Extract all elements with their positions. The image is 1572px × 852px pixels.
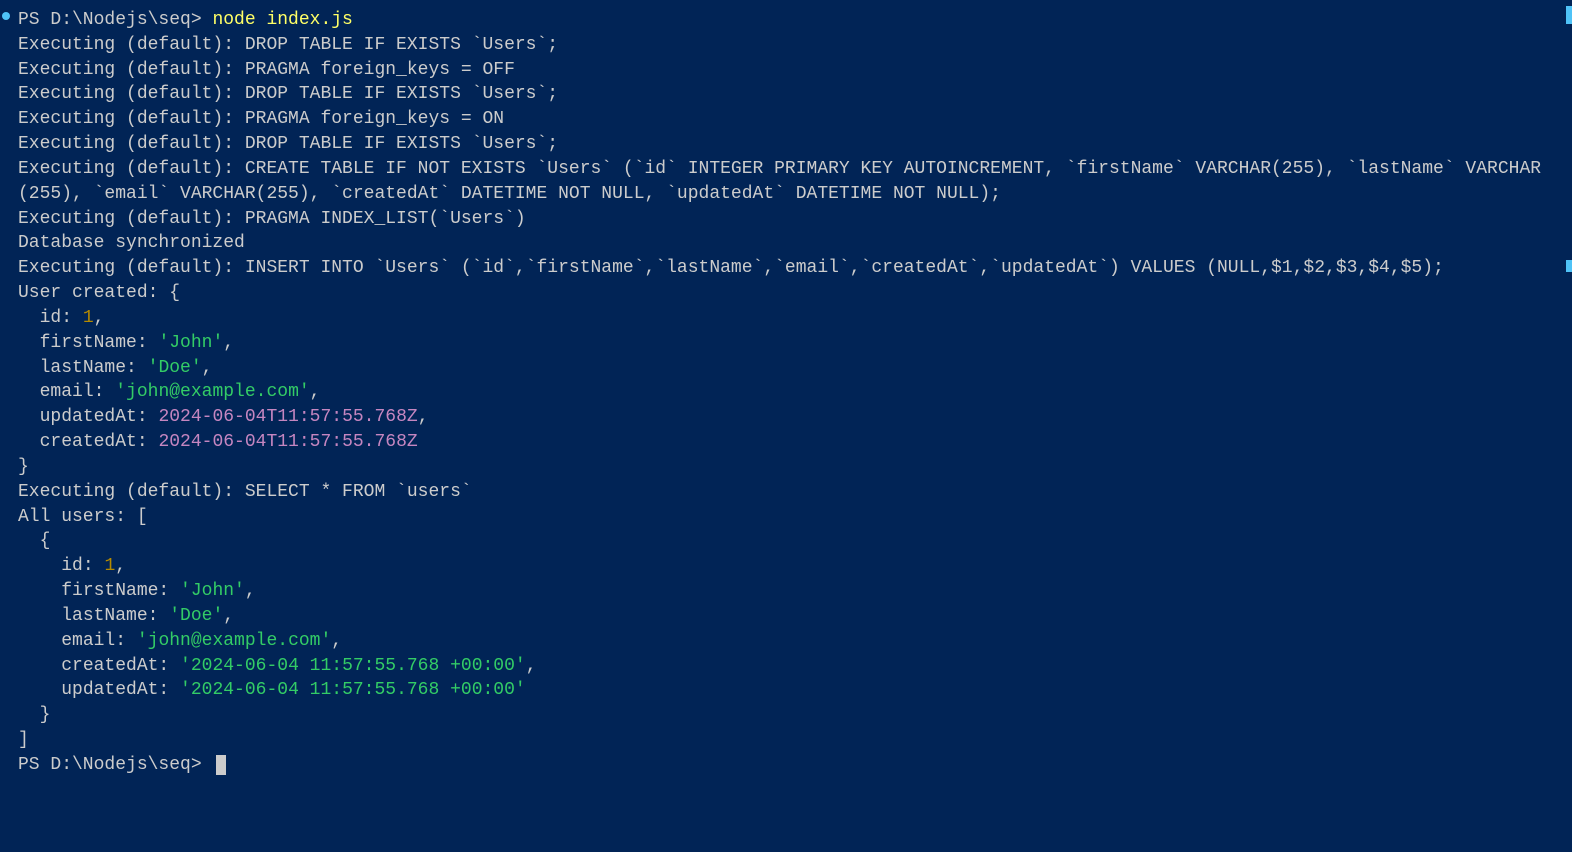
comma: , xyxy=(245,581,256,601)
key-text: updatedAt: xyxy=(18,407,158,427)
output-line: Executing (default): PRAGMA foreign_keys… xyxy=(18,58,1554,83)
string-value: 'Doe' xyxy=(169,606,223,626)
string-value: '2024-06-04 11:57:55.768 +00:00' xyxy=(180,656,526,676)
output-line: { xyxy=(18,529,1554,554)
output-line: Executing (default): PRAGMA foreign_keys… xyxy=(18,107,1554,132)
key-text: createdAt: xyxy=(18,432,158,452)
string-value: 'john@example.com' xyxy=(137,631,331,651)
output-line: User created: { xyxy=(18,281,1554,306)
output-line: createdAt: '2024-06-04 11:57:55.768 +00:… xyxy=(18,654,1554,679)
output-line: Executing (default): INSERT INTO `Users`… xyxy=(18,256,1554,281)
output-line: updatedAt: 2024-06-04T11:57:55.768Z, xyxy=(18,405,1554,430)
string-value: 'John' xyxy=(180,581,245,601)
comma: , xyxy=(526,656,537,676)
key-text: lastName: xyxy=(18,606,169,626)
output-line: ] xyxy=(18,728,1554,753)
key-text: firstName: xyxy=(18,581,180,601)
scrollbar-mark[interactable] xyxy=(1566,260,1572,272)
output-line: All users: [ xyxy=(18,505,1554,530)
string-value: '2024-06-04 11:57:55.768 +00:00' xyxy=(180,680,526,700)
key-text: firstName: xyxy=(18,333,158,353)
prompt-indicator-icon xyxy=(2,12,10,20)
prompt-line: PS D:\Nodejs\seq> node index.js xyxy=(18,8,1554,33)
string-value: 'john@example.com' xyxy=(115,382,309,402)
terminal-output[interactable]: PS D:\Nodejs\seq> node index.js Executin… xyxy=(18,8,1554,778)
output-line: Executing (default): DROP TABLE IF EXIST… xyxy=(18,132,1554,157)
output-line: } xyxy=(18,455,1554,480)
output-line: } xyxy=(18,703,1554,728)
output-line: Executing (default): CREATE TABLE IF NOT… xyxy=(18,157,1554,207)
output-line: Database synchronized xyxy=(18,231,1554,256)
output-line: Executing (default): PRAGMA INDEX_LIST(`… xyxy=(18,207,1554,232)
string-value: 'John' xyxy=(158,333,223,353)
key-text: email: xyxy=(18,382,115,402)
prompt-line[interactable]: PS D:\Nodejs\seq> xyxy=(18,753,1554,778)
number-value: 1 xyxy=(104,556,115,576)
comma: , xyxy=(223,333,234,353)
key-text: createdAt: xyxy=(18,656,180,676)
comma: , xyxy=(223,606,234,626)
output-line: lastName: 'Doe', xyxy=(18,356,1554,381)
key-text: id: xyxy=(18,308,83,328)
key-text: id: xyxy=(18,556,104,576)
date-value: 2024-06-04T11:57:55.768Z xyxy=(158,407,417,427)
date-value: 2024-06-04T11:57:55.768Z xyxy=(158,432,417,452)
output-line: id: 1, xyxy=(18,554,1554,579)
output-line: firstName: 'John', xyxy=(18,331,1554,356)
comma: , xyxy=(94,308,105,328)
comma: , xyxy=(310,382,321,402)
scrollbar-mark[interactable] xyxy=(1566,6,1572,24)
output-line: email: 'john@example.com', xyxy=(18,629,1554,654)
comma: , xyxy=(202,358,213,378)
output-line: updatedAt: '2024-06-04 11:57:55.768 +00:… xyxy=(18,678,1554,703)
output-line: firstName: 'John', xyxy=(18,579,1554,604)
key-text: updatedAt: xyxy=(18,680,180,700)
output-line: lastName: 'Doe', xyxy=(18,604,1554,629)
comma: , xyxy=(418,407,429,427)
key-text: email: xyxy=(18,631,137,651)
output-line: Executing (default): DROP TABLE IF EXIST… xyxy=(18,33,1554,58)
output-line: email: 'john@example.com', xyxy=(18,380,1554,405)
string-value: 'Doe' xyxy=(148,358,202,378)
number-value: 1 xyxy=(83,308,94,328)
cursor-icon xyxy=(216,755,226,775)
output-line: Executing (default): SELECT * FROM `user… xyxy=(18,480,1554,505)
output-line: id: 1, xyxy=(18,306,1554,331)
prompt-path: PS D:\Nodejs\seq> xyxy=(18,755,212,775)
comma: , xyxy=(331,631,342,651)
prompt-path: PS D:\Nodejs\seq> xyxy=(18,10,212,30)
output-line: createdAt: 2024-06-04T11:57:55.768Z xyxy=(18,430,1554,455)
comma: , xyxy=(115,556,126,576)
output-line: Executing (default): DROP TABLE IF EXIST… xyxy=(18,82,1554,107)
key-text: lastName: xyxy=(18,358,148,378)
command-text: node index.js xyxy=(212,10,352,30)
